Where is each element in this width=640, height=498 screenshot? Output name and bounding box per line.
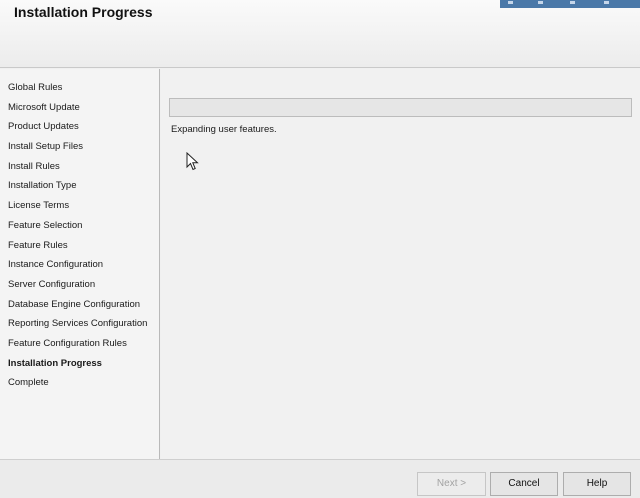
step-complete: Complete <box>8 377 49 389</box>
status-text: Expanding user features. <box>171 124 277 135</box>
window-titlebar <box>500 0 640 8</box>
titlebar-glyph <box>604 1 609 4</box>
cancel-button[interactable]: Cancel <box>490 472 558 496</box>
step-install-rules: Install Rules <box>8 160 60 172</box>
titlebar-glyph <box>538 1 543 4</box>
step-install-setup-files: Install Setup Files <box>8 141 83 153</box>
step-global-rules: Global Rules <box>8 82 63 93</box>
step-database-engine-configuration: Database Engine Configuration <box>8 298 141 310</box>
step-server-configuration: Server Configuration <box>8 278 96 290</box>
page-title: Installation Progress <box>14 4 153 20</box>
main-content: Expanding user features. <box>161 69 640 459</box>
next-button[interactable]: Next > <box>417 472 486 496</box>
mouse-pointer-icon <box>186 152 199 171</box>
step-installation-type: Installation Type <box>8 180 77 192</box>
step-list: Global Rules Microsoft Update Product Upda… <box>0 69 159 393</box>
progress-bar <box>169 98 632 117</box>
step-license-terms: License Terms <box>8 200 70 212</box>
step-feature-selection: Feature Selection <box>8 219 83 231</box>
sidebar: Global Rules Microsoft Update Product Upda… <box>0 69 160 459</box>
step-product-updates: Product Updates <box>8 121 79 133</box>
titlebar-glyph <box>508 1 513 4</box>
step-feature-rules: Feature Rules <box>8 239 68 251</box>
step-instance-configuration: Instance Configuration <box>8 259 104 271</box>
step-installation-progress: Installation Progress <box>8 357 102 369</box>
step-feature-configuration-rules: Feature Configuration Rules <box>8 337 127 349</box>
titlebar-glyph <box>570 1 575 4</box>
setup-window: Installation Progress Global Rules Micros… <box>0 0 640 498</box>
help-button[interactable]: Help <box>563 472 631 496</box>
header: Installation Progress <box>0 0 640 68</box>
step-microsoft-update: Microsoft Update <box>8 101 80 113</box>
step-reporting-services-configuration: Reporting Services Configuration <box>8 318 148 330</box>
footer: Next > Cancel Help <box>0 459 640 498</box>
